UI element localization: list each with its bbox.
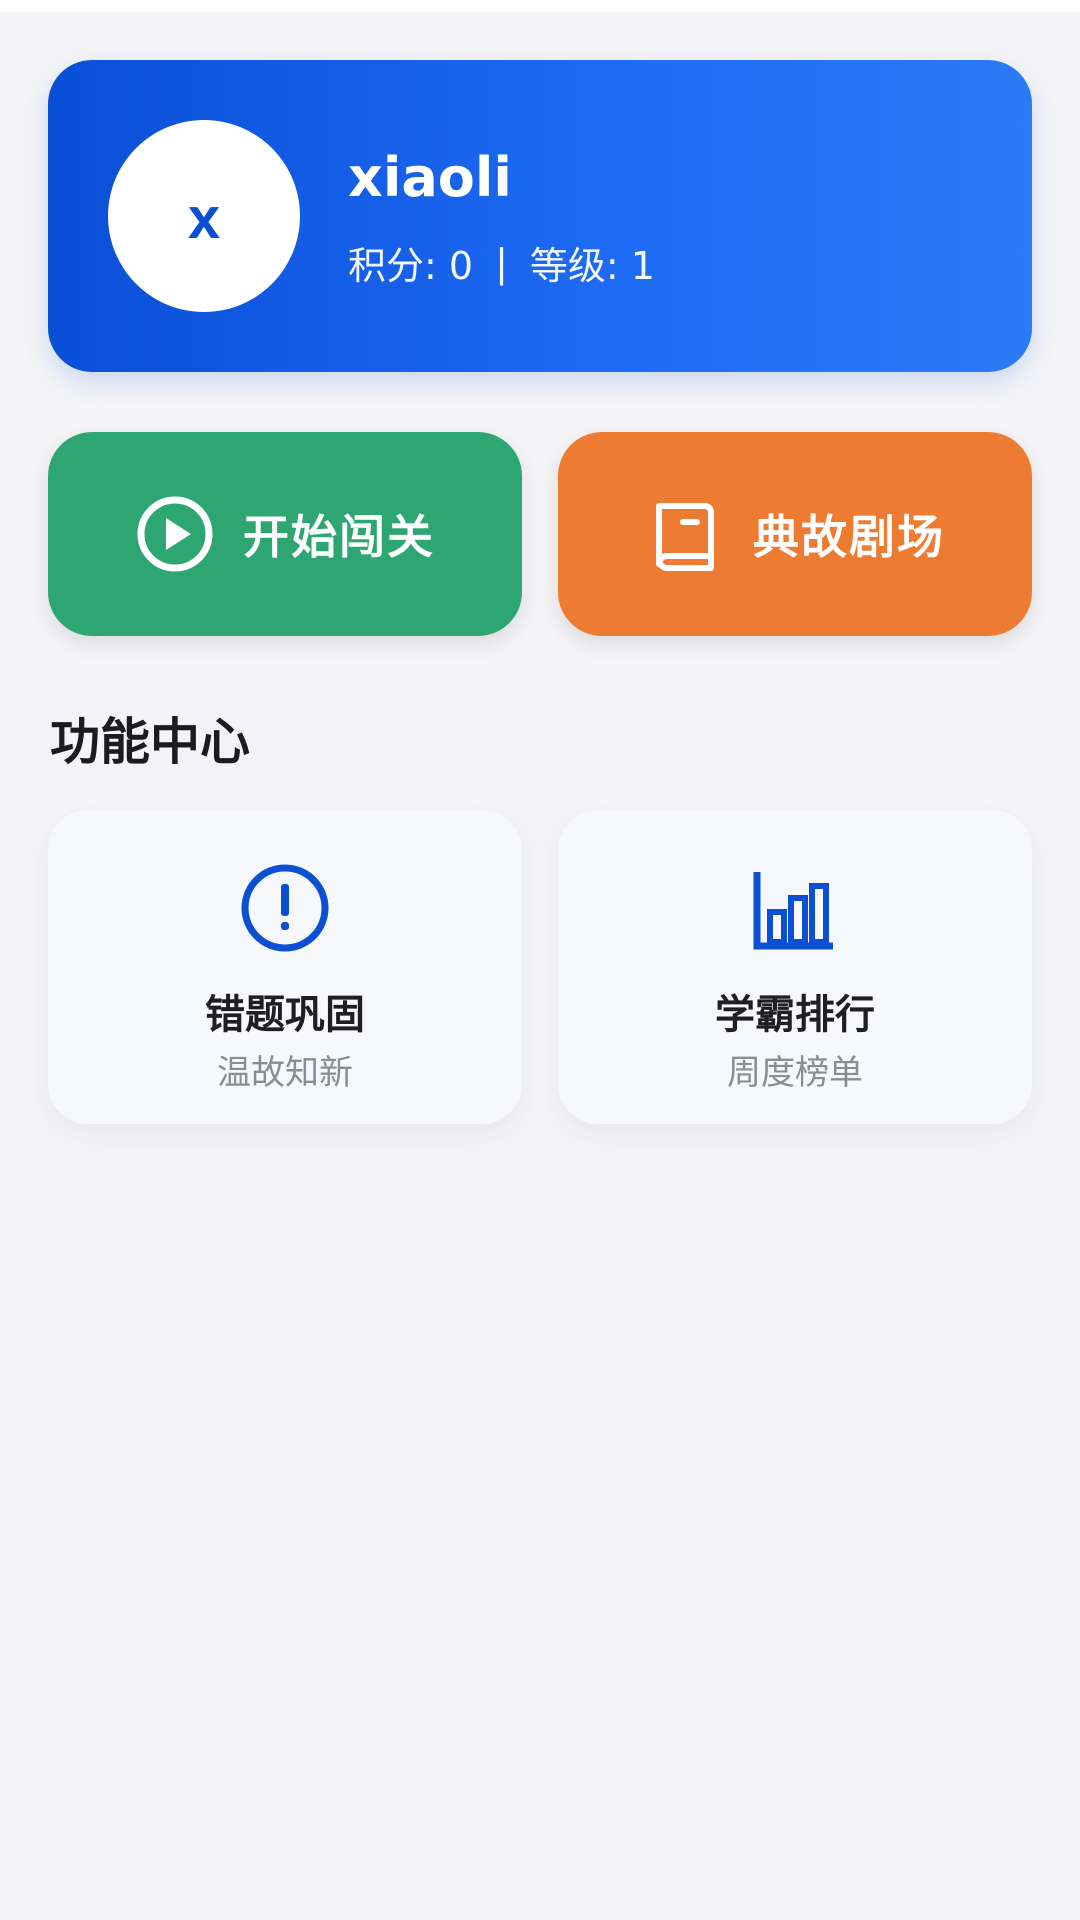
top-strip [0, 0, 1080, 12]
bar-chart-icon [747, 860, 843, 956]
mistake-review-title: 错题巩固 [205, 992, 365, 1038]
start-challenge-label: 开始闯关 [243, 510, 435, 564]
username: xiaoli [348, 146, 512, 209]
stats-separator: | [495, 240, 508, 285]
mistake-review-subtitle: 温故知新 [217, 1053, 353, 1093]
profile-card[interactable]: x xiaoli 积分: 0 | 等级: 1 [48, 60, 1032, 372]
book-icon [645, 494, 725, 574]
points-label: 积分: 0 [348, 244, 474, 288]
mistake-review-card[interactable]: 错题巩固 温故知新 [48, 810, 522, 1124]
ranking-subtitle: 周度榜单 [727, 1053, 863, 1093]
allusion-theater-button[interactable]: 典故剧场 [558, 432, 1032, 636]
alert-circle-icon [237, 860, 333, 956]
ranking-title: 学霸排行 [715, 992, 875, 1038]
section-title: 功能中心 [50, 713, 250, 771]
top-students-ranking-card[interactable]: 学霸排行 周度榜单 [558, 810, 1032, 1124]
play-circle-icon [135, 494, 215, 574]
avatar[interactable]: x [108, 120, 300, 312]
user-stats: 积分: 0 | 等级: 1 [348, 235, 655, 290]
avatar-letter: x [187, 186, 221, 251]
start-challenge-button[interactable]: 开始闯关 [48, 432, 522, 636]
allusion-theater-label: 典故剧场 [753, 510, 945, 564]
level-label: 等级: 1 [529, 244, 655, 288]
